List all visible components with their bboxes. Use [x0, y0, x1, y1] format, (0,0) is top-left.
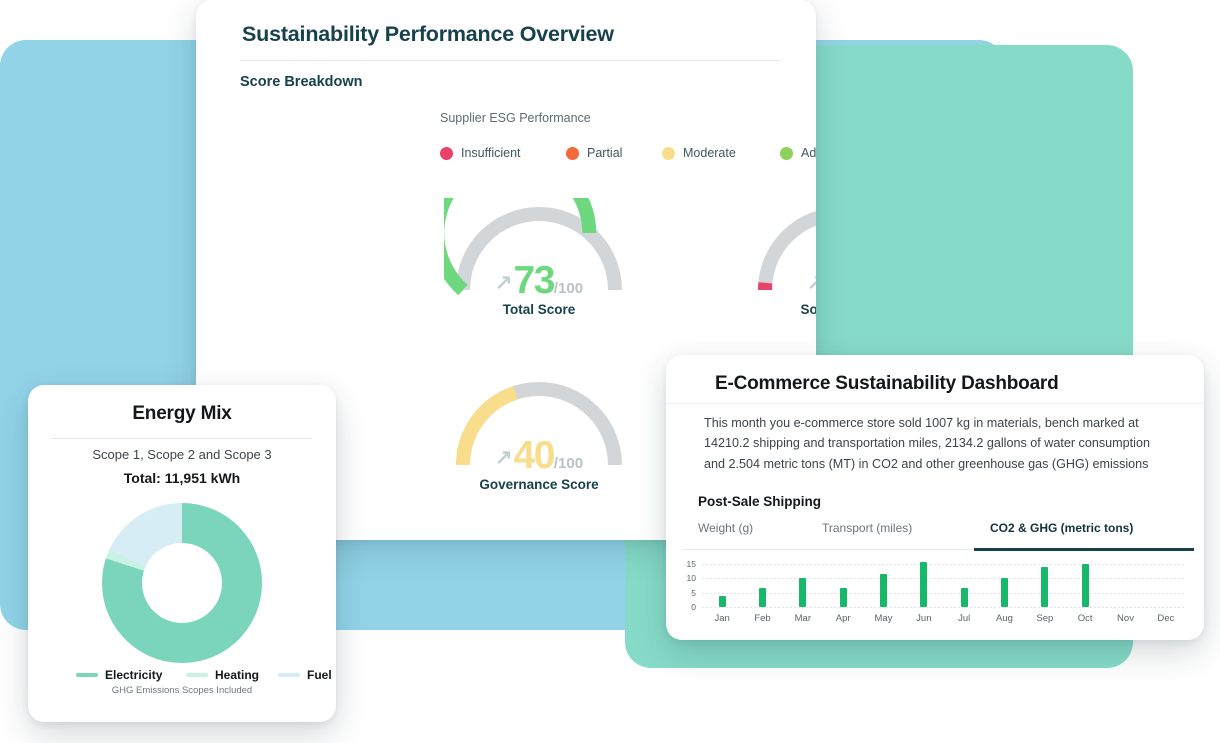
co2-ghg-bar-chart: 0 5 10 15 Jan Feb Mar Apr May Jun Jul Aug Sep Oct Nov D…: [680, 558, 1192, 631]
chart-x-tick-label: Nov: [1117, 613, 1134, 624]
chart-bar: [718, 595, 726, 607]
energy-legend-swatch: [278, 673, 300, 677]
chart-x-tick-label: Jun: [916, 613, 932, 624]
energy-mix-legend: Electricity Heating Fuel: [46, 668, 332, 684]
energy-mix-divider: [52, 438, 312, 439]
legend-dot-icon: [780, 146, 793, 160]
energy-legend-item-fuel: Fuel: [278, 668, 332, 682]
chart-x-tick-label: Aug: [996, 613, 1013, 624]
chart-bar: [799, 578, 807, 607]
chart-y-tick-label: 10: [686, 573, 696, 584]
ecommerce-title-divider: [666, 403, 1204, 404]
energy-mix-subtitle: Scope 1, Scope 2 and Scope 3: [92, 447, 272, 462]
gauge-governance-score: ↗40/100 Governance Score: [444, 373, 634, 492]
trend-up-icon: ↗: [494, 446, 513, 469]
energy-legend-label: Heating: [215, 668, 260, 682]
tab-weight-g[interactable]: Weight (g): [698, 521, 753, 560]
chart-bar: [920, 562, 928, 607]
chart-bar: [1001, 578, 1008, 607]
chart-bar: [960, 588, 968, 607]
energy-legend-label: Fuel: [307, 668, 332, 682]
chart-gridline: [702, 607, 1186, 608]
legend-item-advanced: Advanced: [780, 146, 816, 160]
legend-dot-icon: [440, 146, 453, 160]
chart-x-tick-label: Jan: [714, 613, 730, 624]
trend-up-icon: ↗: [806, 271, 816, 294]
energy-legend-swatch: [76, 673, 98, 677]
chart-x-tick-label: May: [874, 613, 893, 624]
chart-gridline: [702, 578, 1186, 580]
legend-item-moderate: Moderate: [662, 146, 736, 160]
legend-item-insufficient: Insufficient: [440, 146, 521, 160]
gauge-arc: ↗73/100: [444, 198, 634, 300]
chart-x-tick-label: Sep: [1036, 613, 1054, 624]
chart-x-tick-label: Mar: [794, 613, 812, 624]
gauge-value: ↗73/100: [444, 261, 634, 300]
chart-y-tick-label: 0: [691, 602, 696, 612]
chart-x-tick-label: Apr: [835, 613, 851, 624]
chart-bar: [1081, 563, 1089, 607]
legend-label: Insufficient: [461, 146, 521, 160]
legend-label: Partial: [587, 146, 623, 160]
legend-dot-icon: [662, 146, 675, 160]
chart-x-tick-label: Dec: [1157, 613, 1175, 624]
energy-legend-item-heating: Heating: [186, 668, 259, 682]
energy-mix-card: Energy Mix Scope 1, Scope 2 and Scope 3 …: [28, 385, 336, 722]
legend-dot-icon: [566, 146, 579, 160]
gauge-value: ↗3/100: [746, 261, 816, 300]
gauge-arc: ↗40/100: [444, 373, 634, 475]
chart-bar: [880, 573, 887, 607]
gauge-social-score: ↗3/100 Social Score: [746, 198, 816, 317]
chart-bar: [839, 588, 847, 607]
chart-x-tick-label: Oct: [1077, 613, 1093, 624]
chart-x-tick-label: Jul: [958, 613, 971, 624]
ecommerce-title: E-Commerce Sustainability Dashboard: [715, 373, 1059, 394]
score-breakdown-subtitle: Supplier ESG Performance: [440, 111, 591, 125]
page-title: Sustainability Performance Overview: [242, 22, 614, 46]
gauge-value: ↗40/100: [444, 436, 634, 475]
legend-label: Advanced: [801, 146, 816, 160]
score-breakdown-heading: Score Breakdown: [240, 74, 363, 90]
gauge-denominator: /100: [553, 455, 584, 472]
post-sale-shipping-heading: Post-Sale Shipping: [698, 494, 822, 509]
trend-up-icon: ↗: [494, 271, 513, 294]
tab-co2-ghg-metric-tons[interactable]: CO2 & GHG (metric tons): [990, 521, 1133, 560]
energy-mix-donut-chart: [77, 495, 287, 675]
energy-mix-total: Total: 11,951 kWh: [123, 470, 241, 486]
tab-transport-miles[interactable]: Transport (miles): [822, 521, 912, 560]
chart-bar: [1041, 566, 1049, 607]
gauge-label: Governance Score: [479, 477, 599, 492]
ecommerce-dashboard-card: E-Commerce Sustainability Dashboard This…: [666, 355, 1204, 640]
energy-legend-label: Electricity: [105, 668, 163, 682]
gauge-label: Social Score: [800, 302, 816, 317]
chart-y-tick-label: 15: [686, 558, 696, 569]
chart-bar: [759, 588, 766, 607]
energy-mix-footnote: GHG Emissions Scopes Included: [111, 685, 253, 696]
gauge-score-number: 73: [513, 259, 556, 302]
legend-label: Moderate: [683, 146, 736, 160]
chart-y-tick-label: 5: [691, 587, 696, 598]
gauge-score-number: 40: [513, 434, 556, 477]
chart-gridline: [702, 563, 1186, 565]
esg-legend: InsufficientPartialModerateAdvancedExcel…: [440, 146, 816, 164]
gauge-label: Total Score: [502, 302, 576, 317]
energy-legend-swatch: [186, 673, 208, 677]
screenshot-stage: Sustainability Performance Overview Scor…: [0, 0, 1220, 743]
ecommerce-active-tab-indicator: [974, 548, 1194, 551]
title-divider: [240, 60, 780, 61]
legend-item-partial: Partial: [566, 146, 622, 160]
gauge-arc: ↗3/100: [746, 198, 816, 298]
chart-x-tick-label: Feb: [754, 613, 771, 624]
gauge-denominator: /100: [553, 280, 584, 297]
ecommerce-summary-text: This month you e-commerce store sold 100…: [704, 416, 1150, 471]
energy-legend-item-electricity: Electricity: [76, 668, 162, 682]
gauge-total-score: ↗73/100 Total Score: [444, 198, 634, 317]
energy-mix-title: Energy Mix: [132, 403, 232, 424]
chart-gridline: [702, 592, 1186, 594]
